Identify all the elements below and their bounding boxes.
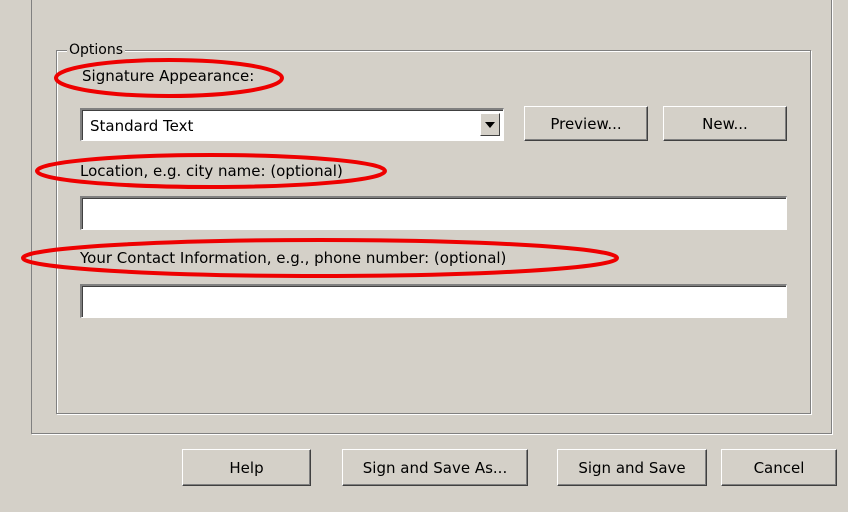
contact-info-input[interactable] bbox=[80, 284, 787, 318]
new-button[interactable]: New... bbox=[663, 106, 787, 141]
location-label: Location, e.g. city name: (optional) bbox=[80, 162, 343, 180]
signature-appearance-select[interactable]: Standard Text bbox=[80, 108, 504, 141]
chevron-down-icon bbox=[485, 121, 495, 128]
options-group-legend: Options bbox=[67, 42, 126, 58]
sign-and-save-as-button[interactable]: Sign and Save As... bbox=[342, 449, 528, 486]
sign-and-save-button[interactable]: Sign and Save bbox=[557, 449, 707, 486]
dropdown-arrow-button[interactable] bbox=[480, 113, 500, 136]
help-button[interactable]: Help bbox=[182, 449, 311, 486]
preview-button[interactable]: Preview... bbox=[524, 106, 648, 141]
contact-info-label: Your Contact Information, e.g., phone nu… bbox=[80, 249, 507, 267]
signature-appearance-selected-value: Standard Text bbox=[90, 117, 194, 135]
cancel-button[interactable]: Cancel bbox=[721, 449, 837, 486]
options-group-box bbox=[56, 50, 811, 414]
signature-appearance-label: Signature Appearance: bbox=[82, 67, 255, 85]
location-input[interactable] bbox=[80, 196, 787, 230]
